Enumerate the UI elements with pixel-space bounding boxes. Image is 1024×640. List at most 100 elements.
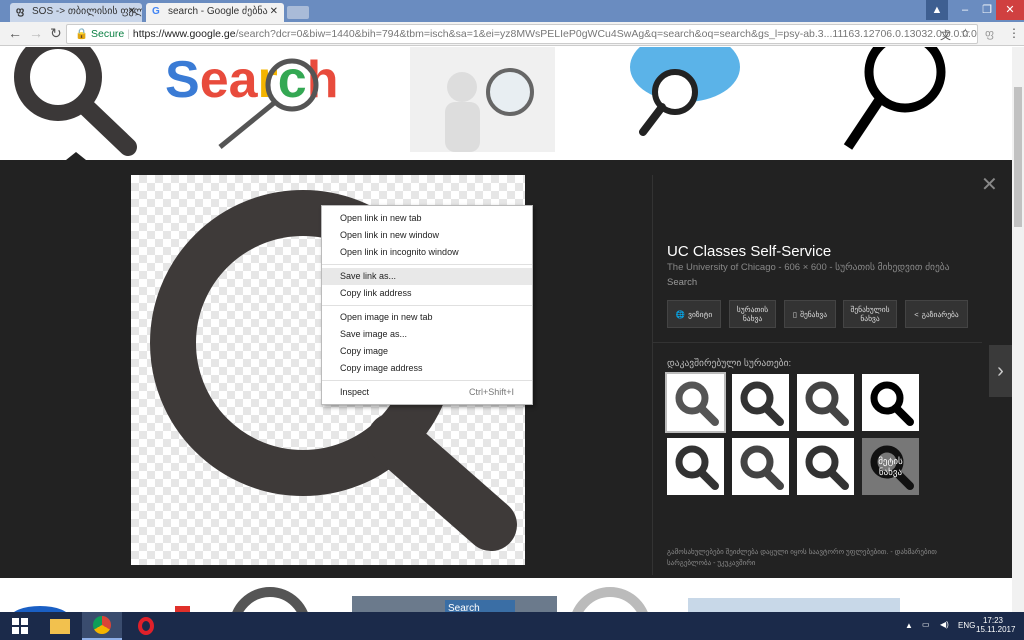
minimize-button[interactable]: – <box>950 0 980 20</box>
taskbar: ▲ ▭ ◀) ENG 17:23 15.11.2017 <box>0 612 1024 640</box>
related-image-thumb[interactable] <box>732 438 789 495</box>
restore-button[interactable]: ❐ <box>980 0 994 20</box>
more-images-thumb[interactable]: მეტის ნახვა <box>862 438 919 495</box>
person-magnifier-thumb <box>410 47 555 152</box>
close-tab-icon[interactable]: ✕ <box>270 6 278 17</box>
magnifier-thumb-1 <box>14 33 137 156</box>
user-icon[interactable]: ▲ <box>926 0 948 20</box>
chrome-icon[interactable] <box>82 612 122 640</box>
menu-icon[interactable]: ⋮ <box>1008 26 1020 40</box>
related-image-thumb[interactable] <box>732 374 789 431</box>
scrollbar-thumb[interactable] <box>1014 87 1022 227</box>
related-image-thumb[interactable] <box>862 374 919 431</box>
result-thumbnails-bottom[interactable]: Search <box>0 578 1012 612</box>
reload-button[interactable]: ↻ <box>50 25 62 42</box>
related-image-thumb[interactable] <box>797 374 854 431</box>
menu-save-image-as[interactable]: Save image as... <box>322 326 532 343</box>
clock[interactable]: 17:23 15.11.2017 <box>976 616 1015 634</box>
divider <box>322 305 532 306</box>
related-image-thumb[interactable] <box>667 438 724 495</box>
menu-copy-image-address[interactable]: Copy image address <box>322 360 532 377</box>
image-caption: Search <box>667 277 698 288</box>
visit-button[interactable]: 🌐 ვიზიტი <box>667 300 721 328</box>
result-thumbnails[interactable]: Search <box>0 31 1012 160</box>
back-button[interactable]: ← <box>8 25 22 41</box>
visit-label: ვიზიტი <box>688 309 713 319</box>
divider <box>322 264 532 265</box>
secure-label: Secure <box>91 28 125 40</box>
bookmark-icon: ▯ <box>792 309 798 319</box>
image-results-bottom: Search <box>0 578 1012 612</box>
tab-sos[interactable]: ფ SOS -> თბილისის ფელ ✕ <box>10 3 142 22</box>
toolbar: ← → ↻ 🔒 Secure | https://www.google.ge/s… <box>0 22 1024 46</box>
tray-arrow-icon[interactable]: ▲ <box>905 621 913 630</box>
language-indicator[interactable]: ENG <box>958 621 975 630</box>
url-path: /search?dcr=0&biw=1440&bih=794&tbm=isch&… <box>235 28 978 40</box>
lock-icon: 🔒 <box>75 28 89 40</box>
star-icon[interactable]: ☆ <box>960 26 971 40</box>
file-explorer-icon[interactable] <box>40 612 80 640</box>
magnifier-icon <box>805 381 849 426</box>
close-icon[interactable]: ✕ <box>981 172 998 197</box>
opera-icon[interactable] <box>126 612 166 640</box>
image-results-top: Search <box>0 31 1012 160</box>
close-window-button[interactable]: ✕ <box>996 0 1024 20</box>
magnifier-icon <box>870 381 914 426</box>
title-bar: ფ SOS -> თბილისის ფელ ✕ Gsearch - Google ძ… <box>0 0 1024 22</box>
share-icon: < <box>914 309 919 319</box>
cloud-search-thumb <box>630 32 740 136</box>
inspect-shortcut: Ctrl+Shift+I <box>468 387 514 397</box>
more-images-label: მეტის ნახვა <box>878 455 903 477</box>
tab-google-search[interactable]: Gsearch - Google ძებნა ✕ <box>146 3 284 22</box>
menu-save-link-as[interactable]: Save link as... <box>322 268 532 285</box>
menu-inspect[interactable]: Inspect Ctrl+Shift+I <box>322 384 532 401</box>
close-tab-icon[interactable]: ✕ <box>128 6 136 17</box>
new-tab-button[interactable] <box>287 6 309 19</box>
view-saved-button[interactable]: შენახულის ნახვა <box>843 300 897 328</box>
translate-icon[interactable]: 文 <box>940 27 951 43</box>
save-label: შენახვა <box>800 309 828 319</box>
menu-copy-link-address[interactable]: Copy link address <box>322 285 532 302</box>
tab-label: SOS -> თბილისის ფელ <box>32 6 142 17</box>
scrollbar[interactable] <box>1012 47 1024 612</box>
volume-icon[interactable]: ◀) <box>940 620 949 629</box>
related-image-thumb[interactable] <box>797 438 854 495</box>
magnifier-icon <box>740 381 784 426</box>
divider <box>322 380 532 381</box>
menu-open-link-new-tab[interactable]: Open link in new tab <box>322 210 532 227</box>
windows-start-icon[interactable] <box>0 612 40 640</box>
next-arrow-button[interactable]: › <box>989 345 1012 397</box>
search-logo-thumb: Search <box>165 51 338 149</box>
context-menu: Open link in new tab Open link in new wi… <box>321 205 533 405</box>
network-icon[interactable]: ▭ <box>922 620 930 629</box>
image-title[interactable]: UC Classes Self-Service <box>667 243 831 260</box>
address-bar[interactable]: 🔒 Secure | https://www.google.ge/search?… <box>66 24 978 44</box>
menu-open-image-new-tab[interactable]: Open image in new tab <box>322 309 532 326</box>
url-host: https://www.google.ge <box>132 28 236 40</box>
magnifier-icon <box>675 445 719 490</box>
magnifier-icon <box>740 445 784 490</box>
view-saved-label: შენახულის ნახვა <box>850 305 890 323</box>
share-button[interactable]: < გაზიარება <box>905 300 968 328</box>
globe-icon: 🌐 <box>675 309 686 319</box>
view-image-label: სურათის ნახვა <box>736 305 769 323</box>
image-meta: The University of Chicago - 606 × 600 - … <box>667 262 950 273</box>
footer-text: გამოსახულებები შეიძლება დაცული იყოს საავ… <box>667 549 937 567</box>
menu-copy-image[interactable]: Copy image <box>322 343 532 360</box>
inspect-label: Inspect <box>340 387 370 397</box>
google-icon: G <box>152 6 160 17</box>
magnifier-icon <box>805 445 849 490</box>
magnifier-thumb-5 <box>843 31 946 150</box>
extension-icon[interactable]: ფ <box>985 27 994 40</box>
time: 17:23 <box>982 616 1004 625</box>
menu-open-link-incognito[interactable]: Open link in incognito window <box>322 244 532 261</box>
view-image-button[interactable]: სურათის ნახვა <box>729 300 776 328</box>
tab-label: search - Google ძებნა <box>168 6 268 17</box>
related-images-label: დაკავშირებული სურათები: <box>667 358 792 369</box>
save-button[interactable]: ▯ შენახვა <box>784 300 836 328</box>
divider <box>652 342 982 343</box>
related-image-thumb[interactable] <box>665 372 726 433</box>
forward-button[interactable]: → <box>29 25 43 41</box>
menu-open-link-new-window[interactable]: Open link in new window <box>322 227 532 244</box>
tbilisi-icon: ფ <box>16 6 25 17</box>
